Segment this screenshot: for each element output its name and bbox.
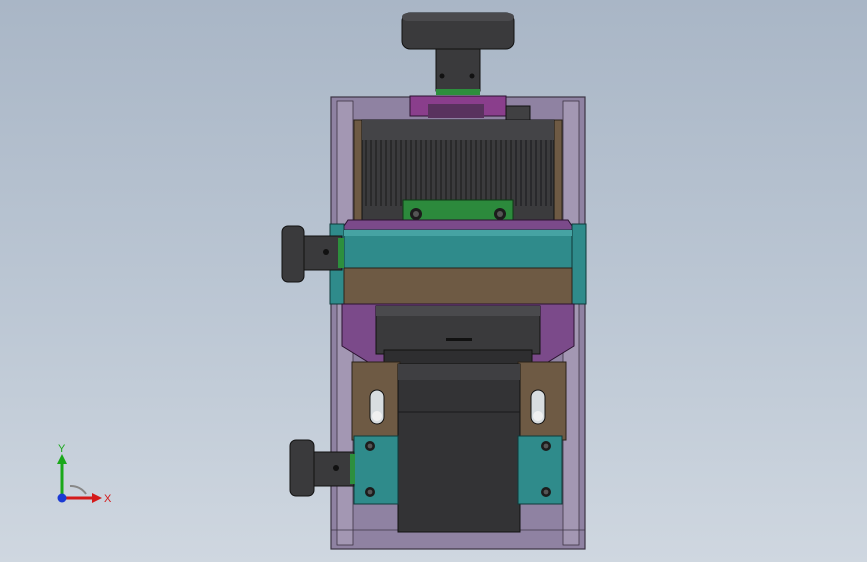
top-knob[interactable] — [401, 12, 515, 95]
axis-triad: Y X — [57, 443, 112, 505]
rotation-arc — [69, 484, 87, 495]
z-axis-origin — [57, 493, 67, 503]
cad-model-viewport[interactable] — [0, 0, 867, 562]
y-axis-head — [57, 454, 67, 464]
x-axis-head — [92, 493, 102, 503]
upper-teal-block[interactable] — [329, 223, 587, 305]
main-cylinder[interactable] — [397, 363, 521, 533]
gearbox-housing[interactable] — [341, 303, 575, 369]
x-axis-label: X — [104, 493, 112, 505]
y-axis-label: Y — [58, 443, 66, 455]
